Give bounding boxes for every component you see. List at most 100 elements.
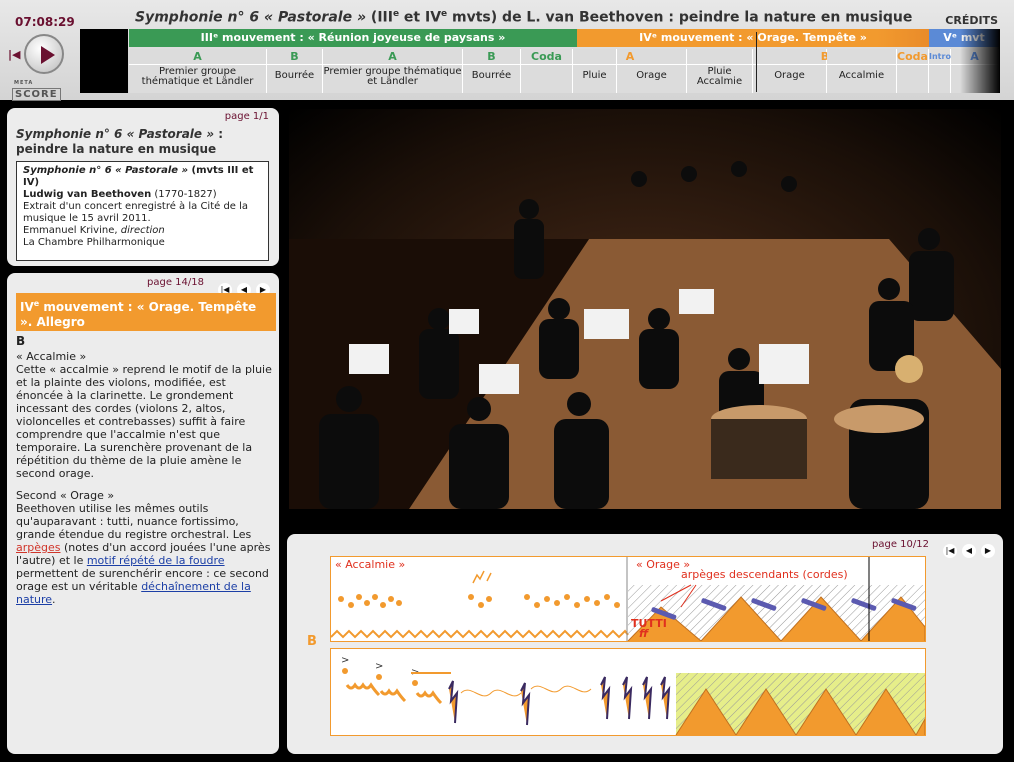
label-arpeges: arpèges descendants (cordes) (681, 568, 848, 581)
score-panel: page 10/12 |◀ ◀ ▶ B « Accalmie » « Orage… (287, 534, 1003, 754)
motif-foudre-link[interactable]: motif répété de la foudre (87, 554, 225, 567)
movement-bar-iv[interactable]: IVᵉ mouvement : « Orage. Tempête » (577, 29, 929, 47)
info-conductor-role: direction (120, 225, 165, 236)
timeline-fade (960, 29, 1000, 93)
info-conductor-line: Emmanuel Krivine, direction (23, 225, 262, 237)
thumbnail (80, 29, 128, 93)
info-box: Symphonie n° 6 « Pastorale » (mvts III e… (16, 161, 269, 261)
section-letter (827, 49, 896, 65)
section-label: Premier groupe thématique et Ländler (141, 66, 254, 87)
movement-bar-iii[interactable]: IIIᵉ mouvement : « Réunion joyeuse de pa… (129, 29, 577, 47)
score-staff-bottom: >>> (330, 648, 926, 736)
section-letter: B (267, 49, 322, 65)
orage-text-part: . (52, 593, 56, 606)
section-cell[interactable]: Accalmie (827, 49, 897, 93)
section-cell[interactable]: Coda (897, 49, 929, 93)
section-cell[interactable]: Intro (929, 49, 951, 93)
score-section-letter: B (307, 634, 317, 649)
prev-icon[interactable]: ◀ (962, 544, 976, 558)
skip-back-icon[interactable]: |◀ (8, 48, 20, 61)
section-row: A Premier groupe thématique et Ländler BB… (129, 49, 999, 93)
label-ff: ff (639, 627, 649, 640)
comment-body: B « Accalmie » Cette « accalmie » repren… (16, 335, 274, 615)
orage-text: Beethoven utilise les mêmes outils qu'au… (16, 502, 274, 606)
info-panel: page 1/1 Symphonie n° 6 « Pastorale » : … (7, 108, 279, 266)
section-cell[interactable]: B Orage (753, 49, 897, 93)
section-cell[interactable]: Pluie Accalmie (687, 49, 753, 93)
logo-meta: META (14, 80, 34, 86)
video-player[interactable] (289, 109, 1001, 509)
section-cell[interactable]: A Premier groupe thématique et Ländler (129, 49, 267, 93)
top-bar: 07:08:29 |◀ META SCORE Symphonie n° 6 « … (0, 0, 1014, 101)
comment-section-letter: B (16, 334, 26, 348)
metascore-logo: META SCORE (12, 78, 74, 101)
info-conductor: Emmanuel Krivine, (23, 225, 121, 236)
section-cell[interactable]: A Premier groupe thématique et Ländler (323, 49, 463, 93)
section-label: Bourrée (274, 70, 315, 81)
wavy-lines (345, 682, 443, 705)
section-letter: Coda (897, 50, 928, 65)
comment-header-part: mouvement : « Orage. Tempête ». Allegro (20, 300, 257, 329)
svg-text:>: > (375, 661, 383, 672)
info-page-indicator: page 1/1 (224, 111, 269, 122)
timeline[interactable]: IIIᵉ mouvement : « Réunion joyeuse de pa… (129, 29, 999, 93)
comment-header-part: IV (20, 300, 34, 314)
credits-button[interactable]: CRÉDITS (945, 14, 998, 27)
score-page-indicator: page 10/12 (872, 539, 929, 550)
rain-drops (338, 594, 620, 608)
title-part: et IV (399, 9, 442, 26)
lightning-bolts (448, 676, 671, 726)
blonde-musician-head (895, 355, 923, 383)
section-cell[interactable]: B Bourrée (267, 49, 323, 93)
section-letter: A (129, 49, 266, 65)
timpani (834, 405, 924, 433)
section-letter: Coda (521, 49, 572, 65)
accalmie-text: Cette « accalmie » reprend le motif de l… (16, 363, 272, 480)
logo-score: SCORE (12, 88, 61, 101)
orage-text-part: Beethoven utilise les mêmes outils qu'au… (16, 502, 252, 541)
page-title: Symphonie n° 6 « Pastorale » (IIIe et IV… (135, 9, 935, 26)
info-extract: Extrait d'un concert enregistré à la Cit… (23, 201, 249, 224)
score-nav: |◀ ◀ ▶ (938, 538, 995, 558)
score-graphic-bottom: >>> (341, 655, 926, 736)
title-work: Symphonie n° 6 « Pastorale » (135, 9, 367, 26)
info-heading: Symphonie n° 6 « Pastorale » : peindre l… (16, 127, 271, 157)
label-tutti: TUTTI (631, 617, 667, 630)
section-letter (687, 49, 752, 65)
section-cell[interactable]: A Orage (573, 49, 687, 93)
info-composer-line: Ludwig van Beethoven (1770-1827) (23, 189, 262, 201)
play-button[interactable] (24, 34, 64, 74)
orage-title: Second « Orage » (16, 489, 115, 502)
skip-first-icon[interactable]: |◀ (943, 544, 957, 558)
section-label: Bourrée (471, 70, 512, 81)
section-label: Orage (636, 70, 667, 81)
arpeggio-spirals (460, 685, 592, 697)
timeline-cursor[interactable] (756, 32, 757, 92)
info-work: Symphonie n° 6 « Pastorale » (mvts III e… (23, 165, 262, 189)
score-staff-top: « Accalmie » « Orage » arpèges descendan… (330, 556, 926, 642)
arpeges-link[interactable]: arpèges (16, 541, 61, 554)
comment-header: IVe mouvement : « Orage. Tempête ». Alle… (16, 293, 276, 331)
play-icon (41, 46, 55, 64)
section-label: Premier groupe thématique et Ländler (323, 66, 462, 87)
title-part: (III (366, 9, 393, 26)
clock: 07:08:29 (15, 15, 75, 29)
section-letter: Intro (929, 49, 951, 65)
section-cell[interactable]: B Bourrée (463, 49, 521, 93)
section-letter: B (463, 49, 520, 65)
next-icon[interactable]: ▶ (981, 544, 995, 558)
section-label: Pluie Accalmie (696, 66, 743, 87)
melody-notes (472, 570, 492, 584)
info-heading-work: Symphonie n° 6 « Pastorale » (16, 127, 215, 141)
section-cell[interactable]: Coda (521, 49, 573, 93)
orchestra-video-frame (289, 161, 1001, 509)
section-label (521, 65, 572, 67)
section-label: Orage (774, 70, 805, 81)
info-work-title: Symphonie n° 6 « Pastorale » (23, 165, 189, 176)
section-letter: A (573, 49, 687, 65)
section-label: Pluie (582, 70, 607, 81)
label-accalmie: « Accalmie » (335, 558, 406, 571)
accalmie-tremolo (330, 629, 629, 639)
comment-page-indicator: page 14/18 (147, 277, 204, 288)
section-label: Accalmie (838, 70, 885, 81)
